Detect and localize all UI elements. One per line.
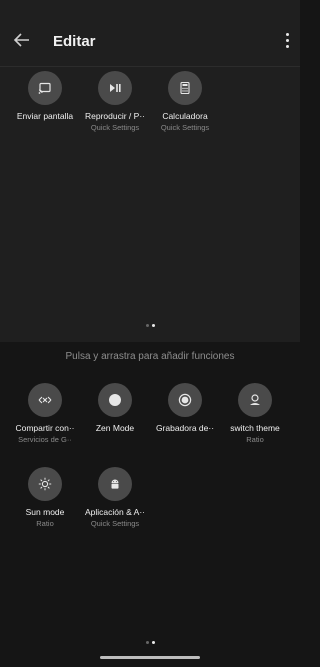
tile-enviar-pantalla[interactable]: Enviar pantalla (10, 71, 80, 121)
tile-sublabel: Ratio (246, 435, 264, 444)
tile-label: Enviar pantalla (16, 111, 74, 121)
app-bar: Editar (0, 0, 300, 67)
gesture-navigation-bar[interactable] (100, 656, 200, 659)
tile-aplicacion[interactable]: Aplicación & A·· Quick Settings (80, 467, 150, 528)
tile-label: Zen Mode (95, 423, 135, 433)
more-vert-icon (285, 33, 289, 36)
screen-record-icon (178, 393, 192, 407)
tile-sublabel: Quick Settings (90, 123, 140, 132)
tile-sublabel: Quick Settings (90, 519, 140, 528)
page-dot (145, 641, 149, 644)
tile-switch-theme[interactable]: switch theme Ratio (220, 383, 290, 444)
page-indicator-bottom (0, 641, 300, 647)
page-dot-active (151, 641, 155, 644)
page-dot-active (151, 324, 155, 327)
drag-hint: Pulsa y arrastra para añadir funciones (65, 351, 235, 362)
tile-label: Grabadora de·· (155, 423, 215, 433)
tile-reproducir[interactable]: Reproducir / P·· Quick Settings (80, 71, 150, 132)
tile-label: Sun mode (25, 507, 65, 517)
more-options-button[interactable] (284, 33, 290, 49)
theme-icon (250, 394, 260, 405)
tile-sublabel: Quick Settings (160, 123, 210, 132)
tile-sublabel: Ratio (36, 519, 54, 528)
page-indicator-top (0, 324, 300, 330)
play-pause-icon (110, 84, 121, 92)
tile-label: Reproducir / P·· (85, 111, 145, 121)
tile-label: Aplicación & A·· (85, 507, 145, 517)
page-title: Editar (53, 33, 96, 50)
sun-icon (38, 477, 52, 491)
cast-icon (38, 82, 51, 94)
tile-sublabel: Servicios de G·· (18, 435, 72, 444)
android-icon (111, 479, 119, 489)
nearby-share-icon (38, 396, 52, 404)
tile-label: Compartir con·· (15, 423, 75, 433)
calculator-icon (180, 81, 190, 95)
page-dot (145, 324, 149, 327)
arrow-left-icon (13, 33, 29, 47)
tile-zen-mode[interactable]: Zen Mode (80, 383, 150, 433)
tile-sun-mode[interactable]: Sun mode Ratio (10, 467, 80, 528)
zen-mode-icon (109, 394, 121, 406)
tile-label: switch theme (230, 423, 280, 433)
tile-calculadora[interactable]: Calculadora Quick Settings (150, 71, 220, 132)
tile-compartir[interactable]: Compartir con·· Servicios de G·· (10, 383, 80, 444)
back-button[interactable] (12, 30, 32, 50)
tile-grabadora[interactable]: Grabadora de·· (150, 383, 220, 433)
tile-label: Calculadora (162, 111, 208, 121)
